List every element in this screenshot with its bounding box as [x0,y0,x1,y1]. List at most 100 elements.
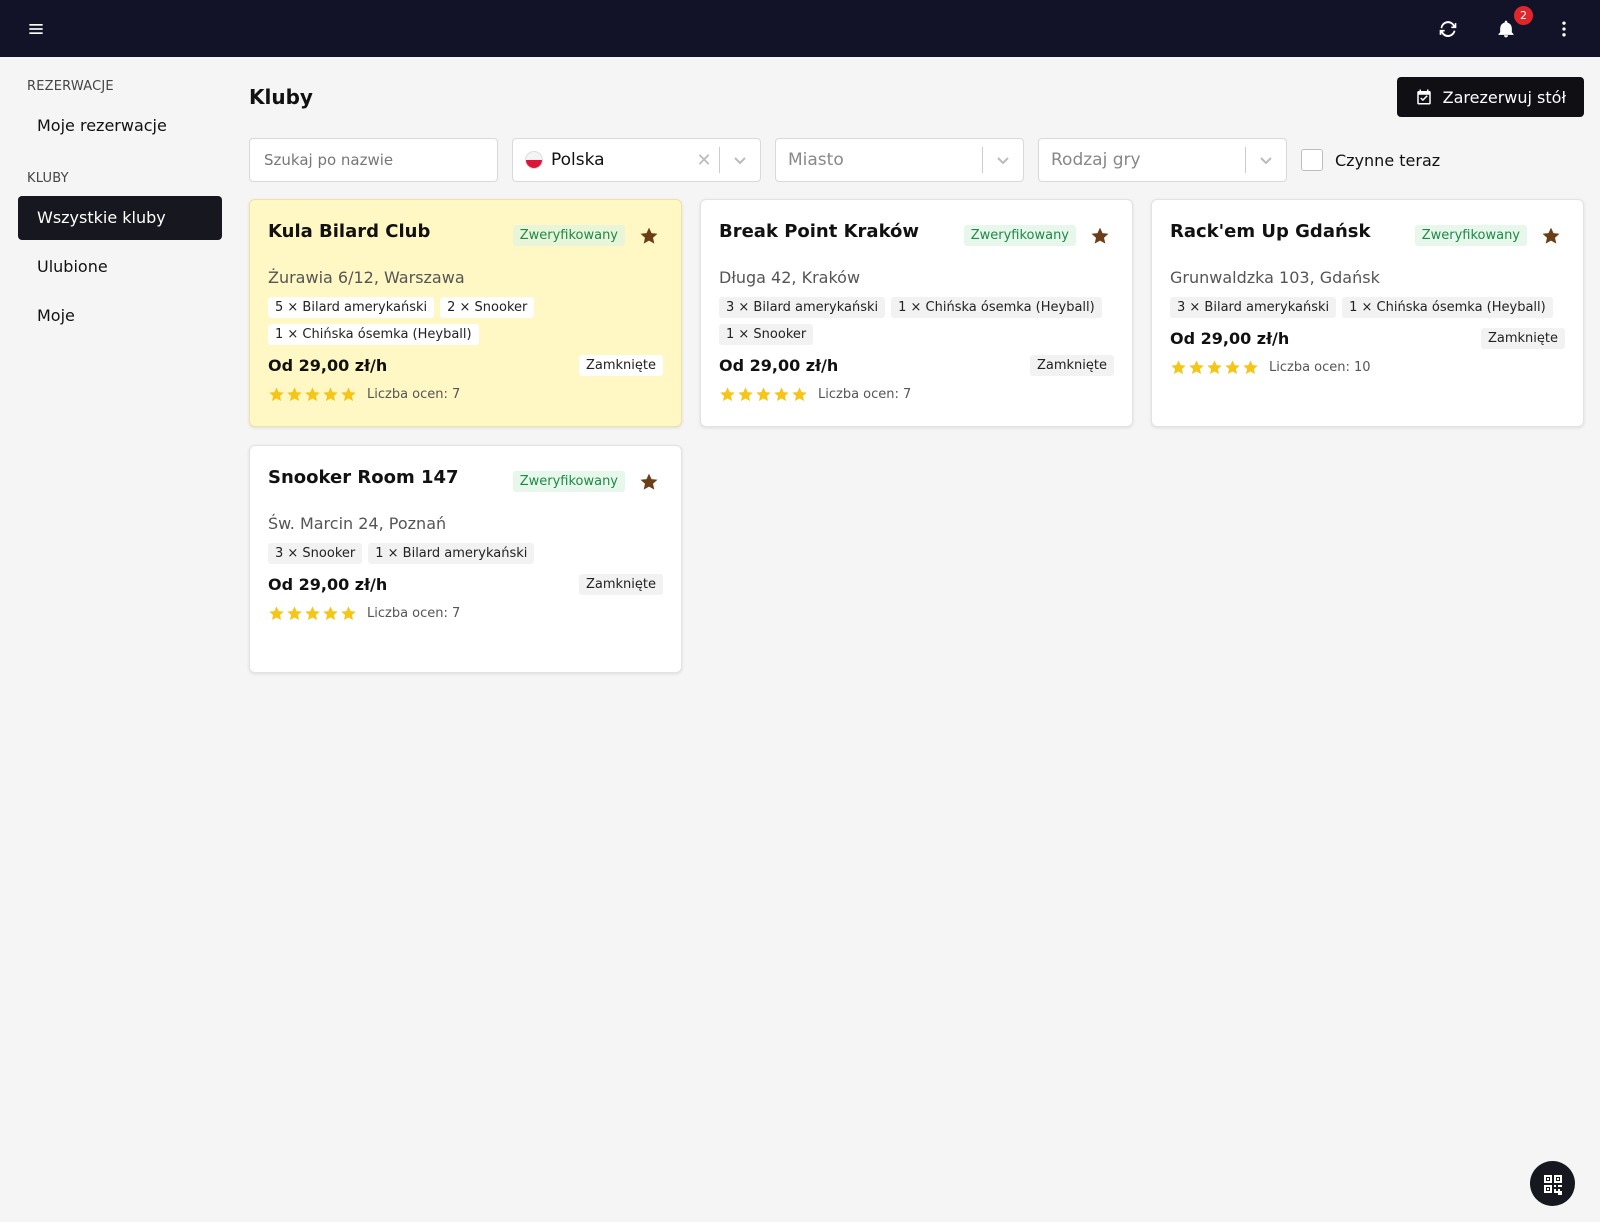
poland-flag-icon [525,151,543,169]
table-tag: 3 × Bilard amerykański [719,297,886,318]
bell-icon [1498,20,1514,37]
country-select[interactable]: Polska ✕ [512,138,761,182]
rating-stars [719,386,808,403]
sidebar-item-mine[interactable]: Moje [18,294,222,338]
chevron-down-icon[interactable] [1246,153,1286,167]
open-status-badge: Zamknięte [578,574,663,595]
favorite-star-icon[interactable] [1541,226,1561,246]
club-address: Żurawia 6/12, Warszawa [268,268,465,287]
table-tag: 1 × Chińska ósemka (Heyball) [1342,297,1553,318]
rating-star-icon [720,387,735,402]
club-card[interactable]: Rack'em Up Gdańsk Zweryfikowany Grunwald… [1151,199,1584,427]
reserve-table-button[interactable]: Zarezerwuj stół [1396,77,1584,117]
table-tag: 5 × Bilard amerykański [268,297,435,318]
rating-count: Liczba ocen: 10 [1269,360,1371,375]
reserve-table-label: Zarezerwuj stół [1442,87,1566,107]
open-now-checkbox[interactable] [1301,149,1323,171]
favorite-star-icon[interactable] [639,226,659,246]
favorite-star-icon[interactable] [1090,226,1110,246]
club-address: Długa 42, Kraków [719,268,861,287]
table-tag: 1 × Bilard amerykański [368,543,535,564]
club-address: Św. Marcin 24, Poznań [268,514,447,533]
rating-stars [1170,359,1259,376]
page-title: Kluby [249,85,313,109]
filters-bar: Polska ✕ Miasto Rodzaj gry Czynne teraz [249,138,1584,182]
club-name[interactable]: Kula Bilard Club [268,220,430,244]
table-tag: 1 × Chińska ósemka (Heyball) [268,324,479,345]
rating-star-icon [287,606,302,621]
open-status-badge: Zamknięte [1480,328,1565,349]
table-tags: 3 × Bilard amerykański 1 × Chińska ósemka… [1170,297,1565,318]
open-status-badge: Zamknięte [578,355,663,376]
notification-count-badge: 2 [1513,4,1534,26]
rating-count: Liczba ocen: 7 [818,387,912,402]
rating-star-icon [1243,360,1258,375]
main-content: Kluby Zarezerwuj stół Polska ✕ Miasto Ro… [249,57,1584,673]
menu-icon[interactable] [22,15,50,43]
city-select[interactable]: Miasto [775,138,1024,182]
rating-star-icon [305,387,320,402]
club-name[interactable]: Snooker Room 147 [268,466,459,490]
sidebar: REZERWACJE Moje rezerwacje KLUBY Wszystk… [0,57,240,1222]
rating-star-icon [305,606,320,621]
rating-stars [268,605,357,622]
clear-icon[interactable]: ✕ [689,150,719,171]
rating-star-icon [323,387,338,402]
rating-star-icon [1225,360,1240,375]
club-card[interactable]: Snooker Room 147 Zweryfikowany Św. Marci… [249,445,682,673]
more-vertical-icon[interactable] [1550,15,1578,43]
rating-count: Liczba ocen: 7 [367,606,461,621]
rating-star-icon [269,606,284,621]
favorite-star-icon[interactable] [639,472,659,492]
club-name[interactable]: Break Point Kraków [719,220,919,244]
club-price: Od 29,00 zł/h [1170,329,1290,348]
rating-star-icon [774,387,789,402]
open-now-filter[interactable]: Czynne teraz [1301,149,1440,171]
calendar-check-icon [1416,89,1431,105]
table-tag: 1 × Chińska ósemka (Heyball) [891,297,1102,318]
club-name[interactable]: Rack'em Up Gdańsk [1170,220,1370,244]
rating-star-icon [341,387,356,402]
table-tag: 1 × Snooker [719,324,814,345]
verified-badge: Zweryfikowany [512,225,625,246]
sidebar-item-my-reservations[interactable]: Moje rezerwacje [18,104,222,148]
club-grid: Kula Bilard Club Zweryfikowany Żurawia 6… [249,199,1584,673]
rating-star-icon [1189,360,1204,375]
qr-code-button[interactable] [1530,1161,1575,1206]
rating-star-icon [341,606,356,621]
chevron-down-icon[interactable] [983,153,1023,167]
rating-star-icon [792,387,807,402]
table-tags: 5 × Bilard amerykański 2 × Snooker 1 × Chi… [268,297,663,345]
qr-code-icon [1543,1174,1562,1195]
table-tags: 3 × Snooker 1 × Bilard amerykański [268,543,663,564]
rating-star-icon [269,387,284,402]
club-card[interactable]: Break Point Kraków Zweryfikowany Długa 4… [700,199,1133,427]
refresh-icon[interactable] [1434,15,1462,43]
chevron-down-icon[interactable] [720,153,760,167]
rating-star-icon [1171,360,1186,375]
sidebar-item-all-clubs[interactable]: Wszystkie kluby [18,196,222,240]
city-select-placeholder: Miasto [788,150,844,170]
sidebar-item-favorites[interactable]: Ulubione [18,245,222,289]
top-app-bar: 2 [0,0,1600,57]
club-address: Grunwaldzka 103, Gdańsk [1170,268,1380,287]
rating-star-icon [287,387,302,402]
sidebar-section-reservations: REZERWACJE [27,79,114,94]
game-type-select[interactable]: Rodzaj gry [1038,138,1287,182]
table-tag: 2 × Snooker [440,297,535,318]
table-tags: 3 × Bilard amerykański 1 × Chińska ósemka… [719,297,1114,345]
notifications-button[interactable]: 2 [1492,4,1534,43]
game-type-select-placeholder: Rodzaj gry [1051,150,1141,170]
search-input[interactable] [249,138,498,182]
rating-star-icon [323,606,338,621]
table-tag: 3 × Bilard amerykański [1170,297,1337,318]
rating-star-icon [1207,360,1222,375]
verified-badge: Zweryfikowany [963,225,1076,246]
club-card[interactable]: Kula Bilard Club Zweryfikowany Żurawia 6… [249,199,682,427]
club-price: Od 29,00 zł/h [719,356,839,375]
verified-badge: Zweryfikowany [512,471,625,492]
open-now-label: Czynne teraz [1335,150,1441,170]
table-tag: 3 × Snooker [268,543,363,564]
verified-badge: Zweryfikowany [1414,225,1527,246]
sidebar-section-clubs: KLUBY [27,171,69,186]
